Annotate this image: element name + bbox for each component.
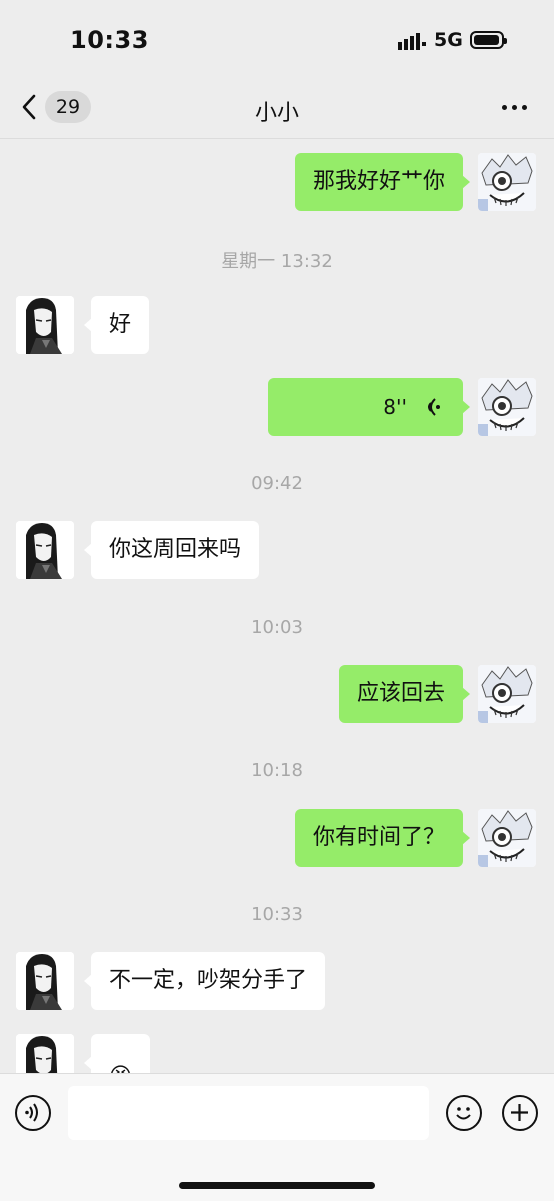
timestamp: 09:42 — [251, 473, 303, 494]
more-options-icon[interactable] — [498, 100, 530, 114]
my-avatar[interactable] — [478, 665, 536, 723]
network-type: 5G — [434, 29, 463, 51]
timestamp: 10:18 — [251, 760, 303, 781]
my-avatar[interactable] — [478, 809, 536, 867]
timestamp: 星期一 13:32 — [221, 251, 333, 272]
timestamp: 10:03 — [251, 617, 303, 638]
voice-message[interactable]: 8'' — [268, 378, 470, 436]
status-bar: 10:33 5G — [0, 0, 554, 80]
message-input[interactable] — [68, 1086, 429, 1140]
my-avatar[interactable] — [478, 378, 536, 436]
status-time: 10:33 — [70, 26, 149, 54]
outgoing-message[interactable]: 应该回去 — [338, 665, 471, 723]
chat-header: 29 小小 — [0, 80, 554, 139]
timestamp: 10:33 — [251, 904, 303, 925]
chat-title: 小小 — [254, 101, 299, 126]
voice-wave-icon — [428, 398, 440, 416]
cellular-signal-icon — [398, 33, 426, 50]
outgoing-message[interactable]: 你有时间了？ — [294, 809, 471, 867]
voice-duration: 8'' — [383, 395, 407, 419]
chat-input-bar — [0, 1073, 554, 1201]
emoji-icon[interactable] — [446, 1095, 482, 1131]
my-avatar[interactable] — [478, 153, 536, 211]
contact-avatar[interactable] — [16, 521, 74, 579]
home-indicator — [179, 1182, 375, 1189]
contact-avatar[interactable] — [16, 296, 74, 354]
outgoing-message[interactable]: 那我好好艹你 — [294, 153, 471, 211]
contact-avatar[interactable] — [16, 952, 74, 1010]
add-more-icon[interactable] — [502, 1095, 538, 1131]
battery-icon — [470, 31, 507, 49]
incoming-message[interactable]: 不一定，吵架分手了 — [83, 952, 326, 1010]
incoming-message[interactable]: 你这周回来吗 — [83, 521, 260, 579]
voice-input-icon[interactable] — [15, 1095, 51, 1131]
incoming-message[interactable]: 好 — [83, 296, 150, 354]
